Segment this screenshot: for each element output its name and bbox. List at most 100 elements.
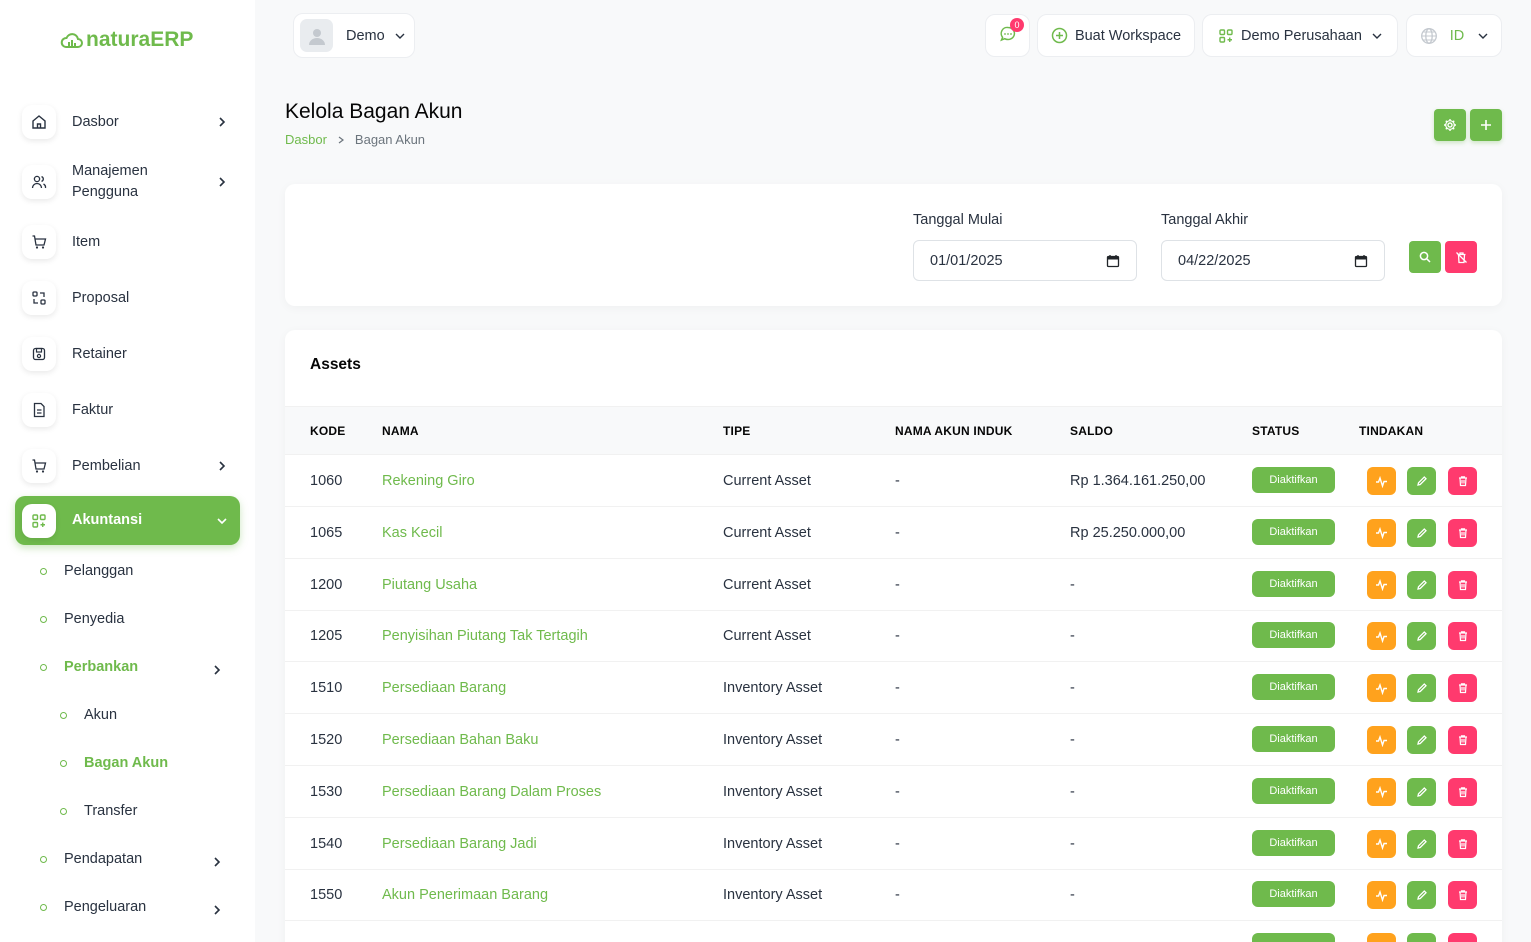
reset-filter-button[interactable] [1445, 241, 1477, 273]
column-header-parent[interactable]: NAMA AKUN INDUK [895, 424, 1012, 438]
column-header-code[interactable]: KODE [310, 424, 345, 438]
account-name-link[interactable]: Piutang Usaha [382, 577, 477, 593]
sidebar-item-retainer[interactable]: Retainer [15, 336, 240, 372]
table-row: 1540 Persediaan Barang Jadi Inventory Asse… [285, 818, 1502, 870]
account-name-link[interactable]: Persediaan Barang Dalam Proses [382, 784, 601, 800]
trash-icon [1457, 786, 1469, 798]
pencil-icon [1416, 527, 1428, 539]
account-name-link[interactable]: Akun Penerimaan Barang [382, 887, 548, 903]
sidebar-subitem-label: Penyedia [64, 611, 125, 627]
edit-button[interactable] [1407, 726, 1436, 754]
account-code: 1200 [310, 576, 343, 593]
account-name-link[interactable]: Persediaan Bahan Baku [382, 732, 538, 748]
delete-button[interactable] [1448, 518, 1477, 547]
sidebar-item-faktur[interactable]: Faktur [15, 392, 240, 428]
messages-button[interactable]: 0 [985, 14, 1030, 57]
language-switcher[interactable]: ID [1406, 14, 1502, 57]
sidebar-item-akuntansi[interactable]: Akuntansi [15, 496, 240, 545]
ledger-report-button[interactable] [1367, 777, 1396, 806]
start-date-value: 01/01/2025 [930, 252, 1003, 269]
bullet-icon [40, 663, 47, 671]
sidebar-subitem-pelanggan[interactable]: Pelanggan [40, 563, 133, 579]
sidebar-subsubitem-transfer[interactable]: Transfer [60, 803, 137, 819]
account-code: 1510 [310, 680, 343, 697]
edit-button[interactable] [1407, 777, 1436, 806]
sidebar-subitem-label: Pengeluaran [64, 899, 147, 915]
status-badge: Diaktifkan [1252, 518, 1335, 545]
sidebar-item-label: Faktur [72, 401, 114, 418]
edit-button[interactable] [1407, 881, 1436, 910]
account-code: 1540 [310, 835, 343, 852]
delete-button[interactable] [1448, 777, 1477, 806]
account-name-link[interactable]: Penyisihan Piutang Tak Tertagih [382, 628, 588, 644]
edit-button[interactable] [1407, 570, 1436, 599]
sidebar-subsubitem-akun[interactable]: Akun [60, 707, 117, 723]
edit-button[interactable] [1407, 674, 1436, 703]
sidebar-subitem-pendapatan[interactable]: Pendapatan [40, 851, 225, 867]
delete-button[interactable] [1448, 726, 1477, 754]
add-account-button[interactable] [1470, 109, 1502, 141]
delete-button[interactable] [1448, 881, 1477, 910]
table-row [285, 921, 1502, 942]
account-name-link[interactable]: Persediaan Barang Jadi [382, 836, 537, 852]
delete-button[interactable] [1448, 933, 1477, 942]
end-date-input[interactable]: 04/22/2025 [1161, 240, 1385, 281]
table-row: 1065 Kas Kecil Current Asset - Rp 25.250.000… [285, 507, 1502, 559]
account-name-link[interactable]: Persediaan Barang [382, 680, 506, 696]
sidebar-item-manajemen-pengguna[interactable]: Manajemen Pengguna [15, 160, 240, 204]
table-section-title: Assets [310, 356, 361, 373]
sidebar-item-proposal[interactable]: Proposal [15, 280, 240, 316]
sidebar-subitem-perbankan[interactable]: Perbankan [40, 659, 225, 675]
ledger-report-button[interactable] [1367, 674, 1396, 703]
edit-button[interactable] [1407, 518, 1436, 547]
edit-button[interactable] [1407, 467, 1436, 495]
search-button[interactable] [1409, 241, 1441, 273]
delete-button[interactable] [1448, 829, 1477, 858]
sidebar-subsubitem-label: Akun [84, 707, 118, 723]
column-header-balance[interactable]: SALDO [1070, 424, 1113, 438]
delete-button[interactable] [1448, 674, 1477, 703]
sidebar-subsubitem-bagan-akun[interactable]: Bagan Akun [60, 755, 168, 771]
company-switcher[interactable]: Demo Perusahaan [1202, 14, 1398, 57]
sidebar-subitem-penyedia[interactable]: Penyedia [40, 611, 124, 627]
ledger-report-button[interactable] [1367, 467, 1396, 495]
account-code: 1520 [310, 732, 343, 748]
delete-button[interactable] [1448, 570, 1477, 599]
sidebar-item-dasbor[interactable]: Dasbor [15, 104, 240, 140]
delete-button[interactable] [1448, 467, 1477, 495]
ledger-report-button[interactable] [1367, 881, 1396, 910]
start-date-input[interactable]: 01/01/2025 [913, 240, 1137, 281]
account-balance: Rp 25.250.000,00 [1070, 524, 1186, 541]
ledger-report-button[interactable] [1367, 570, 1396, 599]
trash-icon [1457, 838, 1469, 850]
delete-button[interactable] [1448, 622, 1477, 651]
brand-logo[interactable]: natura ERP [60, 28, 193, 52]
edit-button[interactable] [1407, 622, 1436, 651]
sidebar-item-label: Dasbor [72, 113, 119, 130]
edit-button[interactable] [1407, 933, 1436, 942]
settings-button[interactable] [1434, 109, 1466, 141]
company-name: Demo Perusahaan [1241, 27, 1362, 44]
ledger-report-button[interactable] [1367, 518, 1396, 547]
edit-button[interactable] [1407, 829, 1436, 858]
breadcrumb-home[interactable]: Dasbor [285, 132, 327, 147]
create-workspace-button[interactable]: Buat Workspace [1037, 14, 1195, 57]
language-code: ID [1449, 27, 1465, 44]
cart-icon [22, 449, 56, 483]
sidebar-item-item[interactable]: Item [15, 224, 240, 260]
sidebar-item-pembelian[interactable]: Pembelian [15, 448, 240, 484]
ledger-report-button[interactable] [1367, 726, 1396, 754]
parent-account: - [895, 732, 900, 748]
account-name-link[interactable]: Rekening Giro [382, 473, 475, 489]
ledger-report-button[interactable] [1367, 622, 1396, 651]
account-name-link[interactable]: Kas Kecil [382, 525, 442, 541]
column-header-name[interactable]: NAMA [382, 424, 419, 438]
sidebar-subitem-pengeluaran[interactable]: Pengeluaran [40, 899, 225, 915]
user-menu-button[interactable]: Demo [293, 13, 415, 58]
column-header-status[interactable]: STATUS [1252, 424, 1299, 438]
activity-icon [1375, 526, 1388, 540]
column-header-type[interactable]: TIPE [723, 424, 750, 438]
ledger-report-button[interactable] [1367, 829, 1396, 858]
avatar [300, 19, 333, 52]
ledger-report-button[interactable] [1367, 933, 1396, 942]
